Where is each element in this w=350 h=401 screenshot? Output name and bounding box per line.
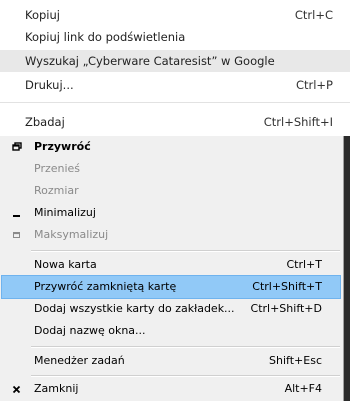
menu-item-copy[interactable]: Kopiuj Ctrl+C: [0, 4, 350, 26]
menu-item-shortcut: Ctrl+C: [294, 8, 333, 22]
sysmenu-item-minimize[interactable]: Minimalizuj: [2, 202, 340, 224]
maximize-icon: [10, 224, 24, 246]
sysmenu-item-task-manager[interactable]: Menedżer zadań Shift+Esc: [2, 350, 340, 372]
sysmenu-item-bookmark-all-tabs[interactable]: Dodaj wszystkie karty do zakładek... Ctr…: [2, 298, 340, 320]
menu-separator: [31, 250, 340, 252]
menu-item-print[interactable]: Drukuj... Ctrl+P: [0, 74, 350, 96]
sysmenu-item-maximize: Maksymalizuj: [2, 224, 340, 246]
minimize-icon: [10, 202, 24, 224]
menu-item-label: Zbadaj: [25, 115, 65, 129]
menu-item-label: Kopiuj: [25, 8, 60, 22]
window-system-menu: Przywróć Przenieś Rozmiar Minimalizuj Ma…: [0, 136, 344, 401]
browser-context-menu: Kopiuj Ctrl+C Kopiuj link do podświetlen…: [0, 0, 350, 136]
restore-icon: [10, 136, 24, 158]
sysmenu-item-label: Nowa karta: [34, 258, 97, 271]
menu-item-copy-highlight-link[interactable]: Kopiuj link do podświetlenia: [0, 26, 350, 48]
sysmenu-item-label: Zamknij: [34, 382, 79, 395]
menu-separator: [31, 346, 340, 348]
sysmenu-item-reopen-closed-tab[interactable]: Przywróć zamkniętą kartę Ctrl+Shift+T: [1, 275, 341, 299]
background-window-edge: [344, 136, 350, 401]
menu-separator: [0, 102, 350, 103]
menu-item-shortcut: Ctrl+Shift+I: [263, 115, 333, 129]
sysmenu-item-close[interactable]: Zamknij Alt+F4: [2, 378, 340, 400]
sysmenu-item-label: Przywróć zamkniętą kartę: [34, 280, 177, 293]
menu-item-label: Drukuj...: [25, 78, 74, 92]
sysmenu-item-shortcut: Ctrl+T: [286, 258, 322, 271]
menu-item-label: Wyszukaj „Cyberware Cataresist” w Google: [25, 54, 275, 68]
sysmenu-item-name-window[interactable]: Dodaj nazwę okna...: [2, 320, 340, 342]
sysmenu-item-size: Rozmiar: [2, 180, 340, 202]
sysmenu-item-new-tab[interactable]: Nowa karta Ctrl+T: [2, 254, 340, 276]
sysmenu-item-shortcut: Ctrl+Shift+D: [250, 302, 322, 315]
sysmenu-item-label: Przenieś: [34, 162, 81, 175]
sysmenu-item-label: Przywróć: [34, 140, 91, 153]
menu-item-inspect[interactable]: Zbadaj Ctrl+Shift+I: [0, 111, 350, 133]
sysmenu-item-move: Przenieś: [2, 158, 340, 180]
sysmenu-item-shortcut: Ctrl+Shift+T: [252, 280, 322, 293]
menu-item-label: Kopiuj link do podświetlenia: [25, 30, 186, 44]
sysmenu-item-shortcut: Alt+F4: [284, 382, 322, 395]
sysmenu-item-label: Maksymalizuj: [34, 228, 109, 241]
sysmenu-item-label: Dodaj nazwę okna...: [34, 324, 146, 337]
menu-separator: [31, 375, 340, 377]
close-icon: [10, 378, 24, 400]
sysmenu-item-label: Rozmiar: [34, 184, 79, 197]
screen: Kopiuj Ctrl+C Kopiuj link do podświetlen…: [0, 0, 350, 401]
sysmenu-item-restore[interactable]: Przywróć: [2, 136, 340, 158]
sysmenu-item-shortcut: Shift+Esc: [269, 354, 322, 367]
menu-item-shortcut: Ctrl+P: [295, 78, 333, 92]
sysmenu-item-label: Menedżer zadań: [34, 354, 125, 367]
menu-item-search-google[interactable]: Wyszukaj „Cyberware Cataresist” w Google: [0, 50, 350, 72]
sysmenu-item-label: Dodaj wszystkie karty do zakładek...: [34, 302, 235, 315]
sysmenu-item-label: Minimalizuj: [34, 206, 96, 219]
